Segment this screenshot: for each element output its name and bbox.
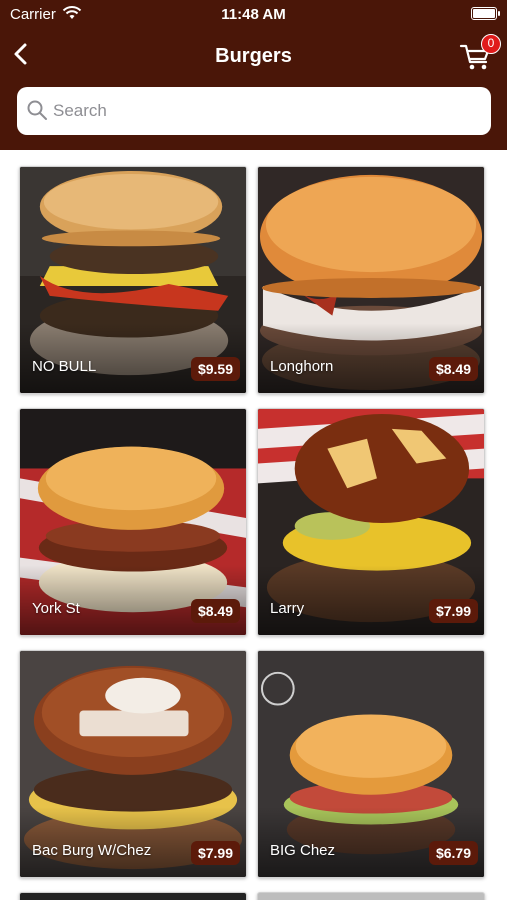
product-card[interactable]: Bac Burg W/Chez $7.99 [19, 650, 247, 878]
status-bar: Carrier 11:48 AM [0, 0, 507, 30]
cart-button[interactable]: 0 [459, 34, 501, 74]
product-price: $8.49 [428, 357, 478, 381]
battery-icon [471, 7, 500, 20]
product-price: $6.79 [428, 841, 478, 865]
product-name: NO BULL [32, 358, 97, 375]
product-name: BIG Chez [270, 842, 336, 859]
clock: 11:48 AM [221, 6, 286, 23]
page-title: Burgers [215, 45, 292, 67]
product-price: $9.59 [190, 357, 240, 381]
product-name: York St [32, 600, 80, 617]
cart-count-badge: 0 [481, 34, 501, 54]
search-input[interactable] [53, 97, 473, 125]
product-card[interactable]: NO BULL $9.59 [19, 166, 247, 394]
product-name: Larry [270, 600, 305, 617]
product-price: $8.49 [190, 599, 240, 623]
search-bar[interactable] [17, 87, 491, 135]
product-card[interactable]: BIG Chez $6.79 [257, 650, 485, 878]
product-grid: NO BULL $9.59 Longhorn $8.49 York St $8.… [0, 150, 507, 900]
product-name: Longhorn [270, 358, 334, 375]
product-card[interactable]: Larry $7.99 [257, 408, 485, 636]
search-icon [27, 100, 47, 120]
product-card[interactable]: Longhorn $8.49 [257, 166, 485, 394]
product-card[interactable] [257, 892, 485, 900]
product-card[interactable]: York St $8.49 [19, 408, 247, 636]
product-price: $7.99 [190, 841, 240, 865]
nav-bar: Burgers 0 [0, 30, 507, 150]
product-card[interactable] [19, 892, 247, 900]
product-price: $7.99 [428, 599, 478, 623]
product-name: Bac Burg W/Chez [32, 842, 152, 859]
